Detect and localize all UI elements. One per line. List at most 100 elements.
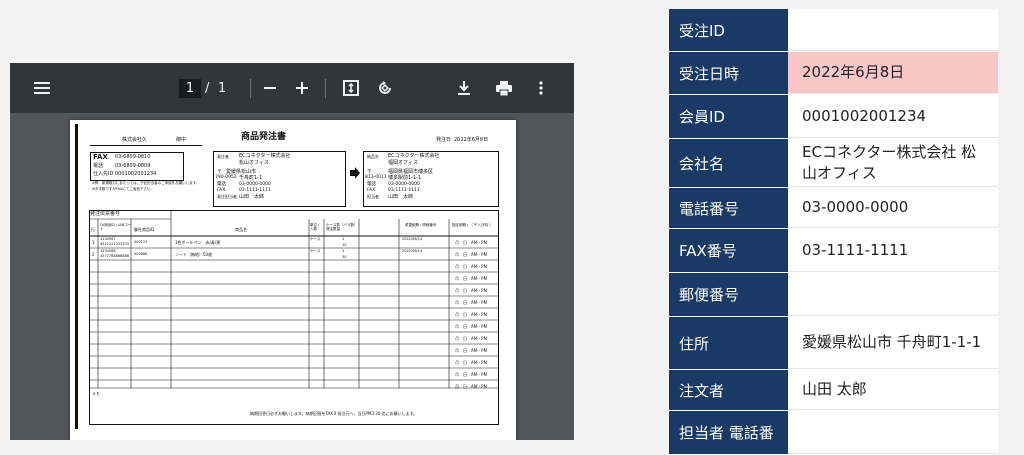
fax-number: 03-6809-0810 [115,154,151,160]
pdf-viewer: 1 / 1 株式会社久 御中 商品発注書 発注日 2022年6月8日 FAX 0… [10,63,574,440]
buyer-code: 0001002001234 [115,171,157,177]
row1-jan: 1234567 [100,237,116,241]
toolbar-divider [250,79,251,98]
info-row-label: 受注ID [669,9,788,51]
zoom-in-icon[interactable] [292,63,312,113]
document-title: 商品発注書 [241,132,287,142]
info-row-value: 03-0000-0000 [788,188,998,228]
row2-date: 2022/06/14 [402,249,423,253]
info-row-value: 2022年6月8日 [788,52,998,94]
info-row-label: FAX番号 [669,229,788,272]
menu-icon[interactable] [30,63,54,113]
info-row-label: 受注日時 [669,52,788,94]
col-unit: 単位 / 入数 [310,223,320,231]
ship-tel-label: 電話 [367,182,376,187]
ship-label: 納品先 [367,154,379,159]
info-row: 受注日時 2022年6月8日 [669,52,998,95]
orderer-person-label: 発注担当者 [217,194,237,199]
row1-name: 3色ボールペン 赤/青/黒 [175,240,221,245]
notice-1: ※弊、新規取引にあたっては、下記担当者のご承認をお願いします。 [92,181,200,185]
tel-label: 電話 [93,163,104,169]
memo-label: メモ [92,391,100,396]
ship-person: 山田 太郎 [388,194,414,200]
print-icon[interactable] [493,63,515,113]
orderer-person: 山田 太郎 [239,194,265,200]
info-row: 受注ID [669,9,998,52]
page-left-border [75,124,78,429]
col-no: 行 [91,227,95,232]
row2-jan2: 4577788888888 [100,254,129,258]
footer-note: 納期回答日必ずお願いします。納期回答をFAX Ⅱ 発注元へ、当日PM3:30 迄… [250,411,418,416]
download-icon[interactable] [454,63,474,113]
delivery-cell: 月 日 AM・PM [455,384,488,389]
ship-fax-label: FAX [367,188,376,193]
row2-qty2: 30 [342,255,347,259]
info-row: 注文者 山田 太郎 [669,370,998,411]
orderer-fax-label: FAX [217,188,226,193]
toolbar-divider [325,79,326,98]
col-qty: ケース数（バラ数） / 発注数量 [326,223,360,231]
delivery-cell: 月 日 AM・PM [455,288,488,293]
col-name: 商品名 [235,227,247,232]
delivery-cell: 月 日 AM・PM [455,324,488,329]
orderer-tel-label: 電話 [217,182,226,187]
items-table-grid [89,210,499,425]
tel-number: 03-6809-0809 [115,163,151,169]
info-row-value: 03-1111-1111 [788,229,998,272]
delivery-cell: 月 日 AM・PM [455,252,488,257]
info-row: 会社名 ECコネクター株式会社 松山オフィス [669,139,998,188]
ship-zipcode: 813-0011 [365,175,387,180]
row1-jan2: 4511222333333 [100,242,129,246]
row2-qty: 1 [342,249,345,253]
info-row: 会員ID 0001002001234 [669,95,998,139]
page-separator: / [205,81,210,96]
info-row-value [788,411,998,454]
info-row-value: 0001002001234 [788,95,998,138]
info-row: 郵便番号 [669,273,998,317]
col-price: 希望納期 / 明細番号 [405,223,437,227]
info-row: FAX番号 03-1111-1111 [669,229,998,273]
info-row-label: 郵便番号 [669,273,788,316]
ship-name: ECコネクター株式会社 [388,153,440,159]
row1-date: 2022/06/14 [402,237,423,241]
info-row: 担当者 電話番 [669,411,998,455]
delivery-cell: 月 日 AM・PM [455,348,488,353]
row2-code: 000888 [134,252,148,256]
ship-person-label: 担当者 [367,194,379,199]
ship-branch: 福岡オフィス [388,160,418,166]
info-row-value: 山田 太郎 [788,370,998,410]
fit-page-icon[interactable] [341,63,361,113]
delivery-cell: 月 日 AM・PM [455,336,488,341]
col-delivery: 指定納期 / （ 午入日時 ） [452,223,493,227]
to-company: 株式会社久 [122,137,148,143]
info-row-label: 住所 [669,317,788,369]
ship-tel: 03-0000-0000 [388,182,420,187]
info-row-label: 注文者 [669,370,788,410]
ship-address: 博多駅前1-1-1 [388,175,422,181]
row1-qty2: 10 [342,243,347,247]
rotate-icon[interactable] [374,63,396,113]
info-row-value: ECコネクター株式会社 松山オフィス [788,139,998,187]
col-jan: FA商品ID / JANコード [100,223,132,231]
row1-qty: 1 [342,237,345,241]
delivery-cell: 月 日 AM・PM [455,276,488,281]
info-row-value: 愛媛県松山市 千舟町1-1-1 [788,317,998,369]
row2-jan: 1234568 [100,249,116,253]
orderer-label: 発注者 [217,154,229,159]
zoom-out-icon[interactable] [260,63,280,113]
page-number-input[interactable]: 1 [179,79,201,98]
orderer-zipcode: 790-0952 [215,175,237,180]
orderer-fax: 03-1111-1111 [239,188,271,193]
row2-name: ノート（無地）50枚 [175,252,213,257]
order-date-label: 発注日 [436,137,452,143]
delivery-cell: 月 日 AM・PM [455,264,488,269]
row1-code: 000123 [134,240,148,244]
honorific: 御中 [176,137,187,143]
info-row-label: 会社名 [669,139,788,187]
delivery-cell: 月 日 AM・PM [455,240,488,245]
delivery-cell: 月 日 AM・PM [455,312,488,317]
row1-unit: ケース [310,237,321,241]
info-row-label: 電話番号 [669,188,788,228]
more-icon[interactable] [532,63,550,113]
info-row-value [788,9,998,51]
